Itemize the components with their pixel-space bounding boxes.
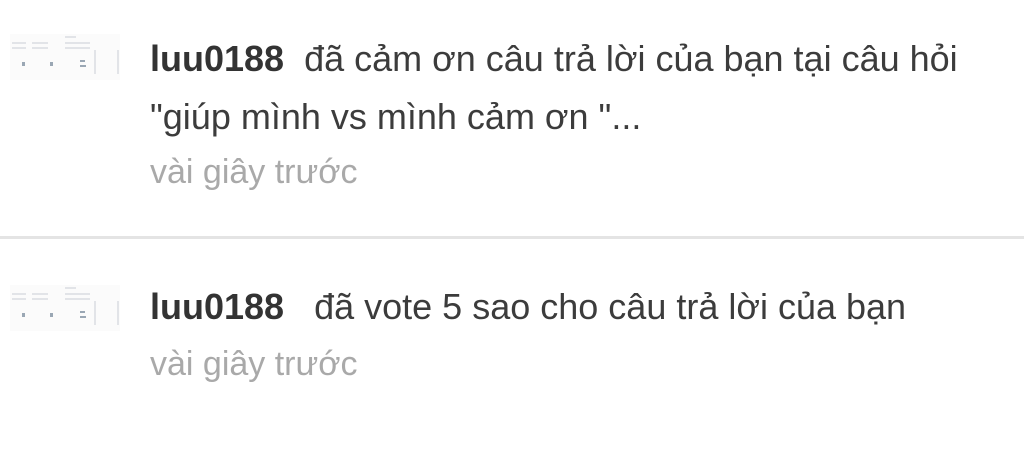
notification-message: luu0188 đã vote 5 sao cho câu trả lời củ…	[150, 278, 970, 336]
timestamp: vài giây trước	[150, 153, 358, 191]
username-link[interactable]: luu0188	[150, 286, 284, 327]
username-link[interactable]: luu0188	[150, 38, 284, 79]
notification-item[interactable]: luu0188 đã cảm ơn câu trả lời của bạn tạ…	[0, 0, 1024, 236]
thumbnail-image-icon	[12, 36, 119, 74]
timestamp: vài giây trước	[150, 345, 358, 383]
avatar[interactable]	[10, 285, 120, 331]
message-text: đã vote 5 sao cho câu trả lời của bạn	[314, 286, 907, 327]
notification-content: luu0188 đã cảm ơn câu trả lời của bạn tạ…	[150, 30, 970, 192]
notification-item[interactable]: luu0188 đã vote 5 sao cho câu trả lời củ…	[0, 239, 1024, 473]
avatar[interactable]	[10, 34, 120, 80]
notification-list: luu0188 đã cảm ơn câu trả lời của bạn tạ…	[0, 0, 1024, 473]
notification-message: luu0188 đã cảm ơn câu trả lời của bạn tạ…	[150, 30, 970, 146]
thumbnail-image-icon	[12, 287, 119, 325]
notification-content: luu0188 đã vote 5 sao cho câu trả lời củ…	[150, 278, 970, 384]
